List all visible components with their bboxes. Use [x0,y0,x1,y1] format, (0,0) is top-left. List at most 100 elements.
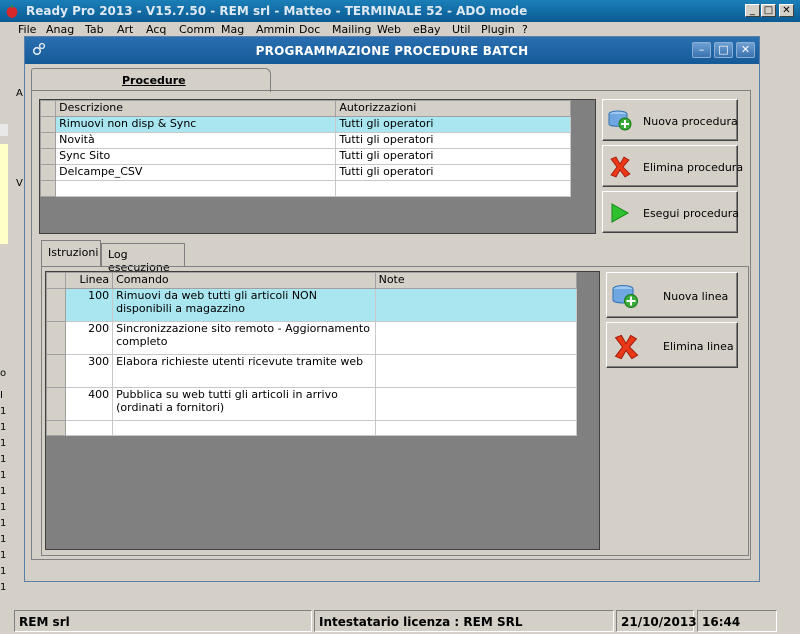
tab-procedure[interactable]: Procedure [31,68,271,92]
row-selector[interactable] [39,148,57,165]
new-line-button[interactable]: Nuova linea [606,272,738,318]
column-header-autorizzazioni[interactable]: Autorizzazioni [335,100,571,117]
cell-autorizzazioni[interactable]: Tutti gli operatori [335,132,571,149]
row-selector[interactable] [39,116,57,133]
tab-istruzioni-label: Istruzioni [48,246,99,259]
cell-descrizione[interactable]: Delcampe_CSV [55,164,337,181]
cell-linea[interactable]: 200 [65,321,114,355]
cell-linea[interactable]: 400 [65,387,114,421]
status-company: REM srl [14,610,312,632]
table-row[interactable]: Novità Tutti gli operatori [39,132,571,149]
tab-log-esecuzione[interactable]: Log esecuzione [101,243,185,274]
cell-empty[interactable] [65,420,114,436]
cell-descrizione[interactable]: Sync Sito [55,148,337,165]
table-row[interactable]: 200 Sincronizzazione sito remoto - Aggio… [45,321,578,355]
column-header-comando[interactable]: Comando [112,272,376,289]
cell-empty[interactable] [374,420,578,436]
strawberry-logo-icon [6,4,18,18]
close-app-button[interactable]: ✕ [779,4,794,17]
row-selector[interactable] [45,288,67,322]
table-row[interactable]: 400 Pubblica su web tutti gli articoli i… [45,387,578,421]
cell-comando[interactable]: Rimuovi da web tutti gli articoli NON di… [112,288,376,322]
dialog-title: PROGRAMMAZIONE PROCEDURE BATCH [255,44,529,58]
bg-list-item: 1 [0,470,7,481]
background-window: A V o I 1 1 1 1 1 1 1 1 1 1 1 1 [0,36,24,610]
bg-list-item: 1 [0,582,7,593]
cell-autorizzazioni[interactable]: Tutti gli operatori [335,116,571,133]
cell-comando[interactable]: Elabora richieste utenti ricevute tramit… [112,354,376,388]
menu-plugin[interactable]: Plugin [481,23,515,36]
background-right [762,36,800,610]
cell-comando[interactable]: Pubblica su web tutti gli articoli in ar… [112,387,376,421]
header-corner [45,272,67,289]
menu-doc[interactable]: Doc [299,23,320,36]
menu-acq[interactable]: Acq [146,23,166,36]
cell-linea[interactable]: 100 [65,288,114,322]
maximize-app-button[interactable]: □ [761,4,776,17]
cell-empty[interactable] [55,180,337,197]
table-row[interactable]: 300 Elabora richieste utenti ricevute tr… [45,354,578,388]
menu-mailing[interactable]: Mailing [332,23,371,36]
table-row[interactable]: Rimuovi non disp & Sync Tutti gli operat… [39,116,571,133]
table-row[interactable]: Delcampe_CSV Tutti gli operatori [39,164,571,181]
menu-util[interactable]: Util [452,23,470,36]
cell-note[interactable] [374,288,578,322]
cell-note[interactable] [374,321,578,355]
bg-fragment: V [16,178,23,189]
cell-note[interactable] [374,354,578,388]
cell-note[interactable] [374,387,578,421]
run-procedure-label: Esegui procedura [643,207,739,220]
minimize-app-button[interactable]: _ [745,4,760,17]
tab-istruzioni[interactable]: Istruzioni [41,240,101,267]
bg-list: I 1 1 1 1 1 1 1 1 1 1 1 1 [0,388,12,596]
maximize-icon: □ [718,43,729,56]
cell-descrizione[interactable]: Rimuovi non disp & Sync [55,116,337,133]
minimize-icon: _ [750,5,755,16]
close-dialog-button[interactable]: ✕ [736,42,755,58]
lines-grid: Linea Comando Note 100 Rimuovi da web tu… [45,271,600,550]
row-selector[interactable] [45,387,67,421]
cell-autorizzazioni[interactable]: Tutti gli operatori [335,148,571,165]
row-selector[interactable] [45,321,67,355]
cell-empty[interactable] [112,420,376,436]
row-selector[interactable] [39,180,57,197]
table-row[interactable]: Sync Sito Tutti gli operatori [39,148,571,165]
cell-linea[interactable]: 300 [65,354,114,388]
menu-anag[interactable]: Anag [46,23,74,36]
maximize-dialog-button[interactable]: □ [714,42,733,58]
menu-ebay[interactable]: eBay [413,23,441,36]
run-procedure-button[interactable]: Esegui procedura [602,191,739,233]
menu-help[interactable]: ? [522,23,528,36]
column-header-linea[interactable]: Linea [65,272,114,289]
new-procedure-button[interactable]: Nuova procedura [602,99,738,141]
delete-line-button[interactable]: Elimina linea [606,322,738,368]
delete-procedure-button[interactable]: Elimina procedura [602,145,743,187]
table-row[interactable]: 100 Rimuovi da web tutti gli articoli NO… [45,288,578,322]
cell-descrizione[interactable]: Novità [55,132,337,149]
menu-mag[interactable]: Mag [221,23,244,36]
bg-list-item: 1 [0,454,7,465]
cell-empty[interactable] [335,180,571,197]
column-header-descrizione[interactable]: Descrizione [55,100,337,117]
table-row-empty[interactable] [45,420,578,436]
cell-autorizzazioni[interactable]: Tutti gli operatori [335,164,571,181]
new-line-label: Nuova linea [663,290,729,303]
menu-ammin[interactable]: Ammin [256,23,295,36]
row-selector[interactable] [39,164,57,181]
play-icon [611,203,630,223]
new-procedure-label: Nuova procedura [643,115,738,128]
lines-table: Linea Comando Note 100 Rimuovi da web tu… [45,272,578,436]
menu-file[interactable]: File [18,23,36,36]
row-selector[interactable] [45,420,67,436]
menu-web[interactable]: Web [377,23,401,36]
menu-tab[interactable]: Tab [85,23,104,36]
menu-comm[interactable]: Comm [179,23,215,36]
bg-list-item: 1 [0,406,7,417]
column-header-note[interactable]: Note [374,272,578,289]
menu-art[interactable]: Art [117,23,133,36]
row-selector[interactable] [39,132,57,149]
table-row-empty[interactable] [39,180,571,197]
row-selector[interactable] [45,354,67,388]
minimize-dialog-button[interactable]: – [692,42,711,58]
cell-comando[interactable]: Sincronizzazione sito remoto - Aggiornam… [112,321,376,355]
